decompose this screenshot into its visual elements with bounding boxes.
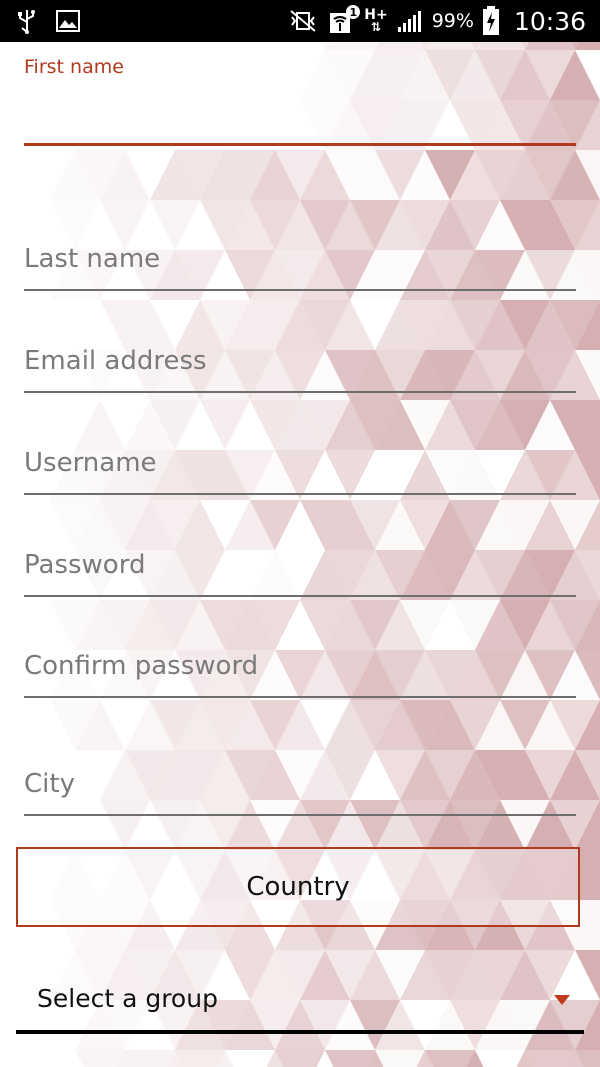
email-placeholder: Email address — [24, 346, 207, 376]
vibrate-mute-icon — [288, 9, 318, 33]
battery-charging-icon — [482, 6, 500, 36]
last-name-placeholder: Last name — [24, 244, 161, 274]
username-placeholder: Username — [24, 448, 157, 478]
hotspot-icon: 1 — [326, 5, 361, 35]
city-placeholder: City — [24, 769, 75, 799]
data-hplus-icon: H+ ⇅ — [364, 7, 388, 34]
email-underline — [24, 391, 576, 393]
usb-icon — [16, 8, 38, 34]
password-underline — [24, 595, 576, 597]
image-icon — [56, 10, 80, 32]
battery-percent: 99% — [431, 10, 474, 32]
confirm-password-field[interactable]: Confirm password — [24, 639, 576, 699]
signal-icon — [396, 9, 424, 33]
last-name-underline — [24, 289, 576, 291]
confirm-password-placeholder: Confirm password — [24, 651, 259, 681]
country-button[interactable]: Country — [16, 847, 580, 927]
confirm-password-underline — [24, 696, 576, 698]
first-name-field[interactable]: First name — [24, 42, 576, 152]
password-placeholder: Password — [24, 550, 146, 580]
city-field[interactable]: City — [24, 757, 576, 817]
hotspot-badge: 1 — [346, 5, 361, 19]
username-underline — [24, 493, 576, 495]
username-field[interactable]: Username — [24, 436, 576, 496]
first-name-underline — [24, 143, 576, 146]
dropdown-arrow-icon — [554, 995, 570, 1005]
last-name-field[interactable]: Last name — [24, 232, 576, 292]
group-select-underline — [16, 1030, 584, 1034]
password-field[interactable]: Password — [24, 538, 576, 598]
group-select[interactable]: Select a group — [16, 972, 584, 1034]
email-field[interactable]: Email address — [24, 334, 576, 394]
status-bar: 1 H+ ⇅ 99% 10:36 — [0, 0, 600, 42]
clock: 10:36 — [513, 6, 586, 36]
group-select-value: Select a group — [37, 984, 218, 1013]
city-underline — [24, 814, 576, 816]
registration-form: First name Last name Email address Usern… — [0, 42, 600, 1067]
first-name-label: First name — [24, 56, 124, 78]
